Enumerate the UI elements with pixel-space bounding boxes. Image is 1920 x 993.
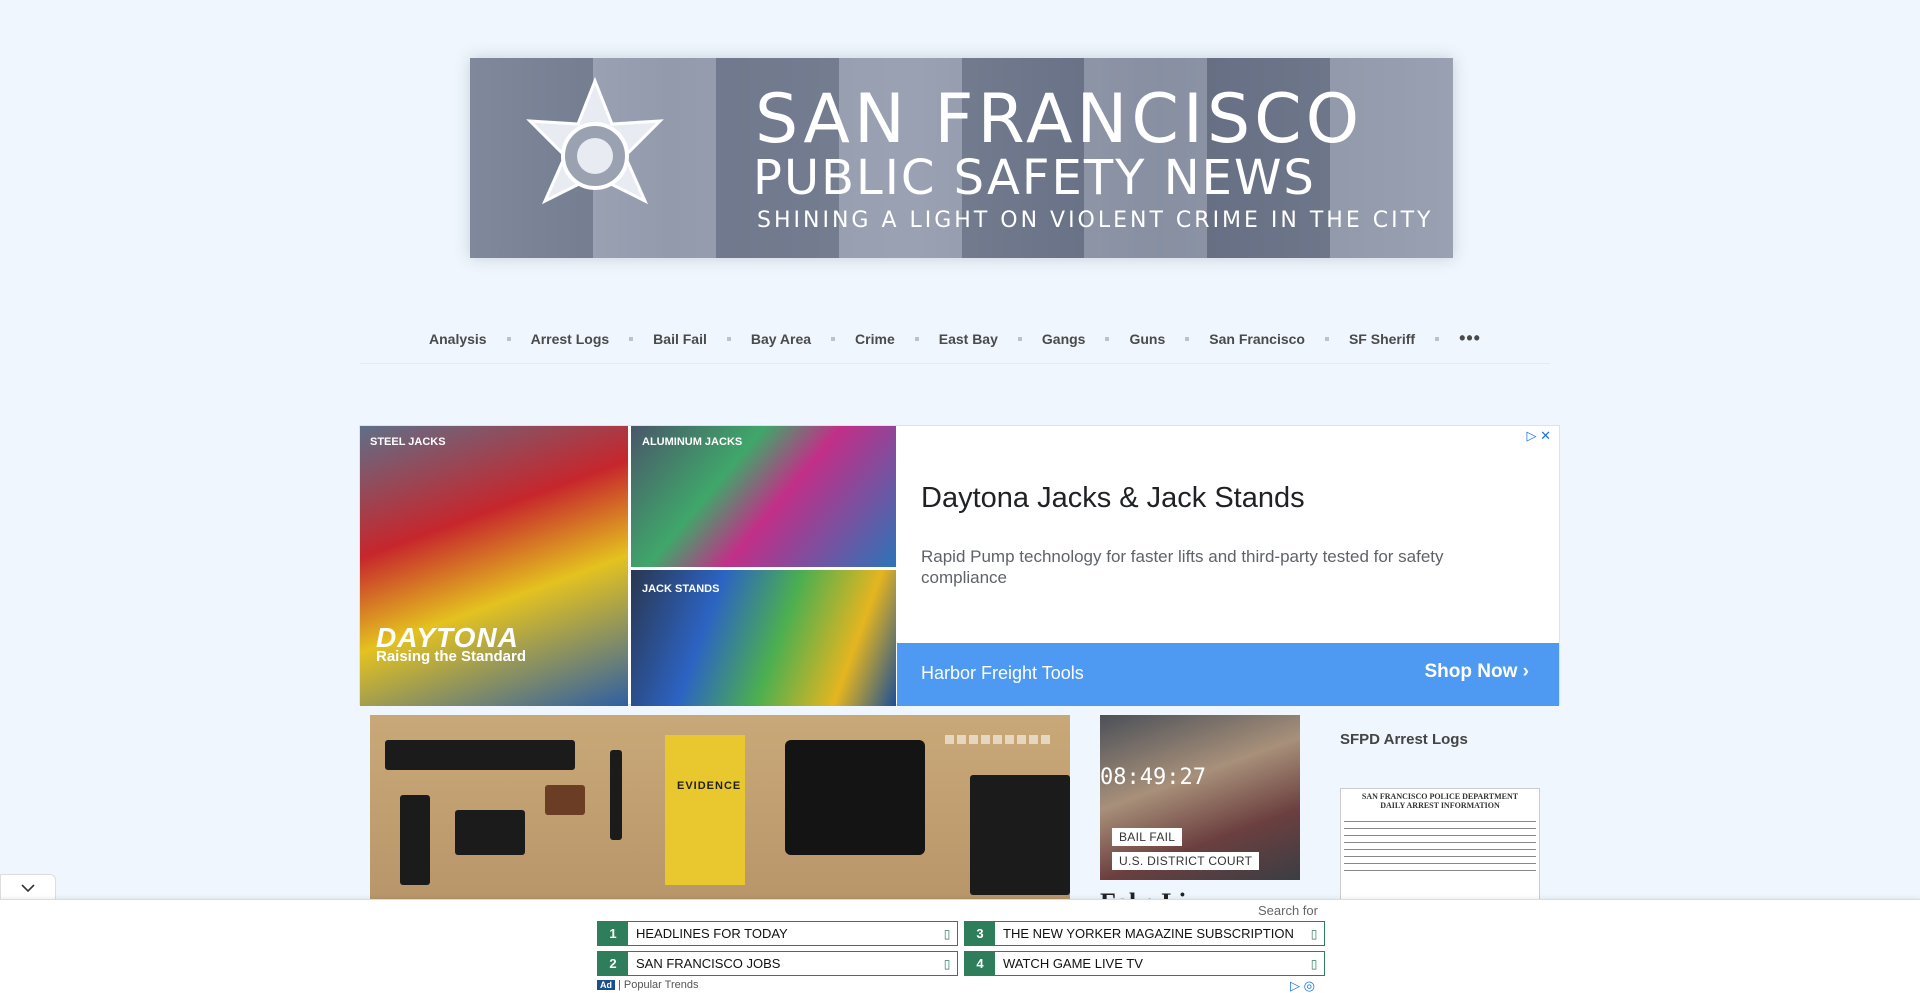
ad-label-jack-stands: JACK STANDS <box>642 583 720 595</box>
shop-now-button[interactable]: Shop Now › <box>1425 661 1530 683</box>
evidence-holster <box>545 785 585 815</box>
anchor-ad: Search for 1 HEADLINES FOR TODAY ▯ 2 SAN FR… <box>0 899 1920 993</box>
arrow-right-icon: ▯ <box>1310 956 1318 971</box>
featured-story-image[interactable]: EVIDENCE <box>370 715 1070 900</box>
video-timestamp: 08:49:27 <box>1100 765 1206 790</box>
anchor-ad-footer: Ad | Popular Trends <box>597 979 699 991</box>
ad-advertiser[interactable]: Harbor Freight Tools <box>921 663 1084 684</box>
adchoices-close-icon[interactable]: ▷ ✕ <box>1526 428 1551 444</box>
nav-item-sf-sheriff[interactable]: SF Sheriff <box>1329 331 1435 347</box>
evidence-magazine <box>610 750 622 840</box>
banner-title-line2: PUBLIC SAFETY NEWS <box>753 150 1316 206</box>
ad-badge: Ad <box>597 980 615 990</box>
ad-label-steel-jacks: STEEL JACKS <box>370 436 446 448</box>
evidence-folder: EVIDENCE <box>665 735 745 885</box>
evidence-gun-case <box>785 740 925 855</box>
adchoices-icon[interactable]: ▷ ◎ <box>1290 978 1315 993</box>
evidence-rifle <box>385 740 575 770</box>
nav-item-bail-fail[interactable]: Bail Fail <box>633 331 727 347</box>
search-for-label: Search for <box>1258 903 1318 918</box>
arrow-right-icon: ▯ <box>943 956 951 971</box>
category-tag-bail-fail[interactable]: BAIL FAIL <box>1112 828 1183 846</box>
banner-title-line1: SAN FRANCISCO <box>755 80 1364 159</box>
arrow-right-icon: ▯ <box>943 926 951 941</box>
evidence-pouch <box>455 810 525 855</box>
site-banner[interactable]: SAN FRANCISCO PUBLIC SAFETY NEWS SHINING… <box>470 58 1453 258</box>
doc-rows <box>1344 815 1536 871</box>
chevron-down-icon <box>21 883 35 892</box>
nav-item-bay-area[interactable]: Bay Area <box>731 331 831 347</box>
sheriff-star-icon <box>526 76 664 205</box>
arrow-right-icon: ▯ <box>1310 926 1318 941</box>
doc-header: SAN FRANCISCO POLICE DEPARTMENT DAILY AR… <box>1361 792 1519 810</box>
category-tag-district-court[interactable]: U.S. DISTRICT COURT <box>1112 852 1260 870</box>
ad-brand-slogan: Raising the Standard <box>376 648 527 665</box>
story-card-image[interactable]: 08:49:27 BAIL FAIL U.S. DISTRICT COURT <box>1100 715 1300 880</box>
evidence-safe <box>970 775 1070 895</box>
nav-item-crime[interactable]: Crime <box>835 331 915 347</box>
slider-pagination[interactable] <box>945 735 1050 744</box>
chevron-right-icon: › <box>1522 661 1529 682</box>
sidebar-widget-title: SFPD Arrest Logs <box>1340 731 1468 748</box>
search-link-3[interactable]: 3 THE NEW YORKER MAGAZINE SUBSCRIPTION ▯ <box>964 921 1325 946</box>
nav-item-guns[interactable]: Guns <box>1109 331 1185 347</box>
arrest-log-thumbnail[interactable]: SAN FRANCISCO POLICE DEPARTMENT DAILY AR… <box>1340 788 1540 900</box>
evidence-knife <box>400 795 430 885</box>
nav-item-gangs[interactable]: Gangs <box>1022 331 1106 347</box>
ad-cta-bar[interactable]: Harbor Freight Tools Shop Now › <box>897 643 1559 706</box>
nav-more-icon[interactable]: ••• <box>1439 328 1501 349</box>
popular-trends-label: | Popular Trends <box>618 979 699 991</box>
nav-item-arrest-logs[interactable]: Arrest Logs <box>511 331 630 347</box>
search-link-1[interactable]: 1 HEADLINES FOR TODAY ▯ <box>597 921 958 946</box>
ad-headline[interactable]: Daytona Jacks & Jack Stands <box>921 482 1305 515</box>
nav-item-san-francisco[interactable]: San Francisco <box>1189 331 1325 347</box>
nav-item-analysis[interactable]: Analysis <box>409 331 507 347</box>
main-nav: Analysis Arrest Logs Bail Fail Bay Area … <box>360 314 1550 364</box>
display-ad[interactable]: STEEL JACKS DAYTONA Raising the Standard… <box>359 425 1560 706</box>
collapse-anchor-button[interactable] <box>0 874 56 900</box>
nav-item-east-bay[interactable]: East Bay <box>919 331 1018 347</box>
ad-label-aluminum-jacks: ALUMINUM JACKS <box>642 436 743 448</box>
banner-tagline: SHINING A LIGHT ON VIOLENT CRIME IN THE … <box>757 208 1434 233</box>
search-link-2[interactable]: 2 SAN FRANCISCO JOBS ▯ <box>597 951 958 976</box>
search-link-4[interactable]: 4 WATCH GAME LIVE TV ▯ <box>964 951 1325 976</box>
ad-description[interactable]: Rapid Pump technology for faster lifts a… <box>921 546 1511 588</box>
